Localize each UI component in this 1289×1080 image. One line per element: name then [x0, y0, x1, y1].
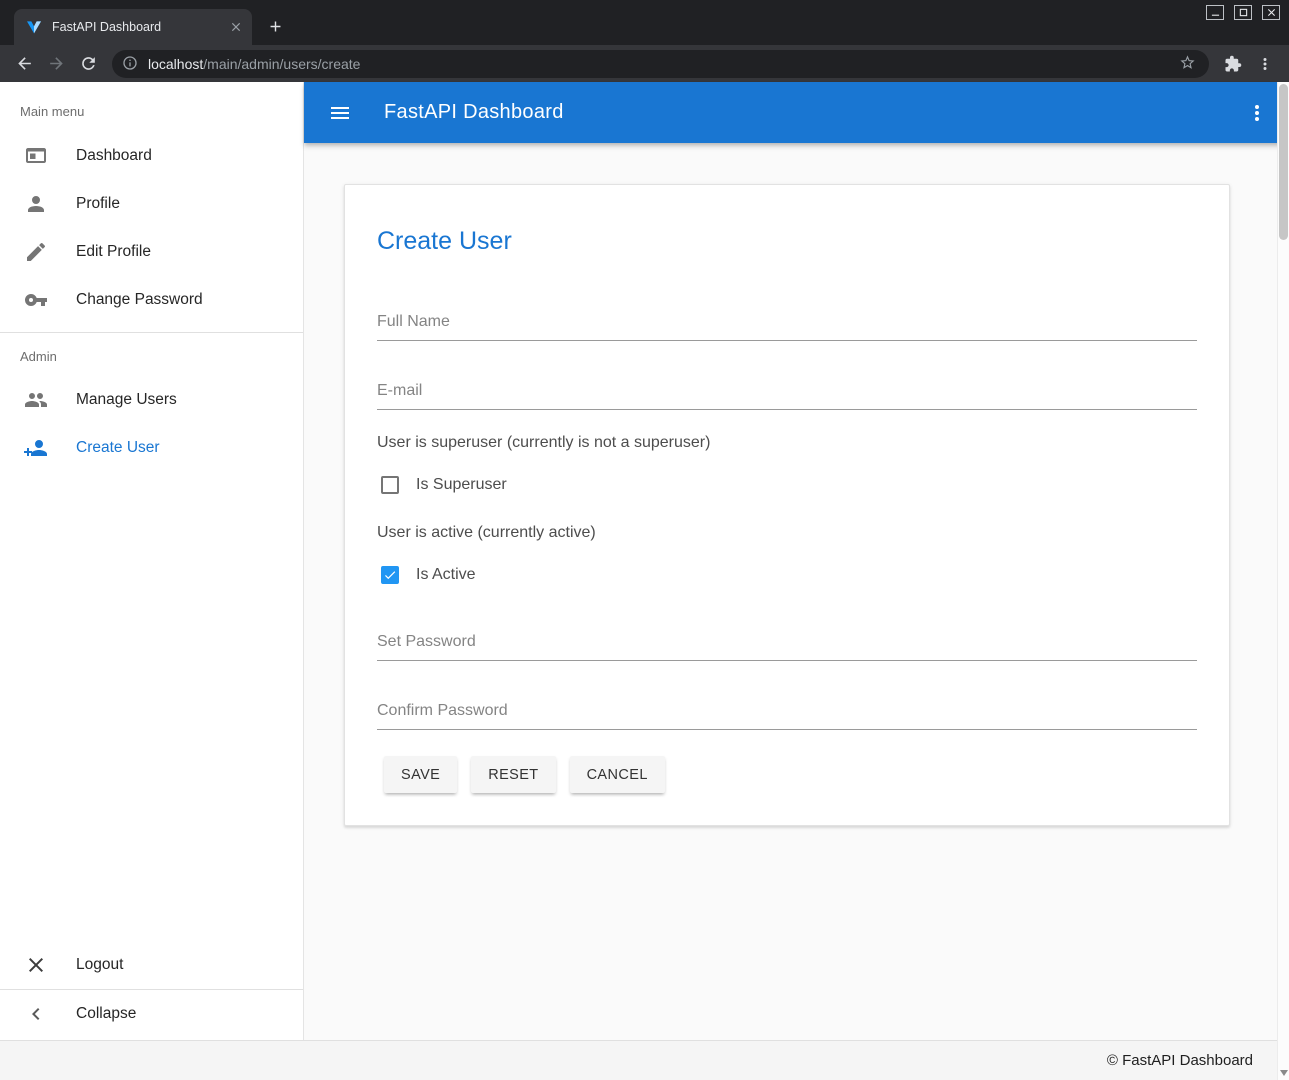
- key-icon: [24, 288, 48, 312]
- sidebar-item-label: Logout: [76, 956, 123, 974]
- footer-copyright: © FastAPI Dashboard: [1107, 1052, 1253, 1069]
- sidebar-item-collapse[interactable]: Collapse: [0, 990, 303, 1038]
- form-buttons: SAVE RESET CANCEL: [377, 756, 1197, 793]
- save-button[interactable]: SAVE: [384, 756, 457, 793]
- is-active-row: Is Active: [377, 563, 1197, 587]
- url-text: localhost/main/admin/users/create: [148, 56, 1179, 72]
- url-path: /main/admin/users/create: [203, 56, 360, 72]
- full-name-field[interactable]: Full Name: [377, 312, 1197, 341]
- page-title: Create User: [377, 227, 1197, 256]
- window-maximize-button[interactable]: [1234, 5, 1252, 20]
- browser-toolbar: localhost/main/admin/users/create: [0, 45, 1289, 82]
- extensions-icon[interactable]: [1219, 50, 1247, 78]
- browser-menu-icon[interactable]: [1251, 50, 1279, 78]
- browser-window: FastAPI Dashboard: [0, 0, 1289, 1080]
- sidebar-item-label: Collapse: [76, 1005, 136, 1023]
- pencil-icon: [24, 240, 48, 264]
- url-host: localhost: [148, 56, 203, 72]
- people-icon: [24, 388, 48, 412]
- sidebar-item-label: Change Password: [76, 291, 203, 309]
- confirm-password-field[interactable]: Confirm Password: [377, 701, 1197, 730]
- app-bar-title: FastAPI Dashboard: [384, 101, 564, 124]
- page-scrollbar[interactable]: [1277, 82, 1289, 1080]
- app-footer: © FastAPI Dashboard: [0, 1040, 1289, 1080]
- close-icon: [24, 953, 48, 977]
- sidebar-bottom: Logout Collapse: [0, 941, 303, 1040]
- page-content: Create User Full Name E-mail User is sup…: [304, 143, 1289, 1040]
- sidebar-item-dashboard[interactable]: Dashboard: [0, 132, 303, 180]
- scrollbar-thumb[interactable]: [1279, 84, 1288, 240]
- sidebar-item-manage-users[interactable]: Manage Users: [0, 376, 303, 424]
- confirm-password-label: Confirm Password: [377, 701, 1197, 720]
- sidebar-item-label: Manage Users: [76, 391, 177, 409]
- tab-title: FastAPI Dashboard: [52, 20, 228, 34]
- is-active-label: Is Active: [416, 566, 476, 584]
- sidebar-item-profile[interactable]: Profile: [0, 180, 303, 228]
- window-close-button[interactable]: [1262, 5, 1280, 20]
- set-password-label: Set Password: [377, 632, 1197, 651]
- app-bar: FastAPI Dashboard: [304, 82, 1289, 143]
- app-bar-overflow-menu-icon[interactable]: [1245, 101, 1269, 125]
- reset-button[interactable]: RESET: [471, 756, 555, 793]
- is-superuser-label: Is Superuser: [416, 476, 507, 494]
- window-minimize-button[interactable]: [1206, 5, 1224, 20]
- superuser-hint: User is superuser (currently is not a su…: [377, 434, 1197, 452]
- vuetify-favicon-icon: [26, 19, 42, 35]
- sidebar-header-main-menu: Main menu: [0, 82, 303, 132]
- create-user-card: Create User Full Name E-mail User is sup…: [344, 184, 1230, 826]
- scrollbar-down-arrow-icon[interactable]: [1280, 1070, 1288, 1076]
- browser-tab[interactable]: FastAPI Dashboard: [14, 9, 252, 45]
- active-hint: User is active (currently active): [377, 524, 1197, 542]
- new-tab-button[interactable]: [262, 13, 288, 39]
- is-superuser-row: Is Superuser: [377, 473, 1197, 497]
- sidebar-item-label: Dashboard: [76, 147, 152, 165]
- cancel-button[interactable]: CANCEL: [570, 756, 665, 793]
- bookmark-star-icon[interactable]: [1179, 54, 1199, 74]
- back-icon[interactable]: [10, 50, 38, 78]
- is-superuser-checkbox[interactable]: [381, 476, 399, 494]
- window-controls: [1206, 5, 1280, 20]
- is-active-checkbox[interactable]: [381, 566, 399, 584]
- dashboard-icon: [24, 144, 48, 168]
- full-name-label: Full Name: [377, 312, 1197, 331]
- browser-tab-strip: FastAPI Dashboard: [0, 0, 1289, 45]
- site-info-icon[interactable]: [122, 55, 140, 73]
- email-field[interactable]: E-mail: [377, 381, 1197, 410]
- sidebar-item-label: Create User: [76, 439, 160, 457]
- set-password-field[interactable]: Set Password: [377, 632, 1197, 661]
- sidebar-item-label: Profile: [76, 195, 120, 213]
- sidebar-item-create-user[interactable]: Create User: [0, 424, 303, 472]
- main-area: FastAPI Dashboard Create User Full Name …: [304, 82, 1289, 1040]
- sidebar-item-edit-profile[interactable]: Edit Profile: [0, 228, 303, 276]
- reload-icon[interactable]: [74, 50, 102, 78]
- chevron-left-icon: [24, 1002, 48, 1026]
- person-icon: [24, 192, 48, 216]
- sidebar-item-change-password[interactable]: Change Password: [0, 276, 303, 324]
- email-label: E-mail: [377, 381, 1197, 400]
- person-add-icon: [24, 436, 48, 460]
- forward-icon[interactable]: [42, 50, 70, 78]
- sidebar-header-admin: Admin: [0, 333, 303, 376]
- tab-close-icon[interactable]: [228, 19, 244, 35]
- toolbar-right: [1217, 50, 1281, 78]
- app-shell: Main menu Dashboard Profile Edit Profile: [0, 82, 1289, 1040]
- sidebar: Main menu Dashboard Profile Edit Profile: [0, 82, 304, 1040]
- address-bar[interactable]: localhost/main/admin/users/create: [112, 50, 1209, 78]
- sidebar-item-label: Edit Profile: [76, 243, 151, 261]
- sidebar-item-logout[interactable]: Logout: [0, 941, 303, 989]
- hamburger-menu-icon[interactable]: [328, 101, 352, 125]
